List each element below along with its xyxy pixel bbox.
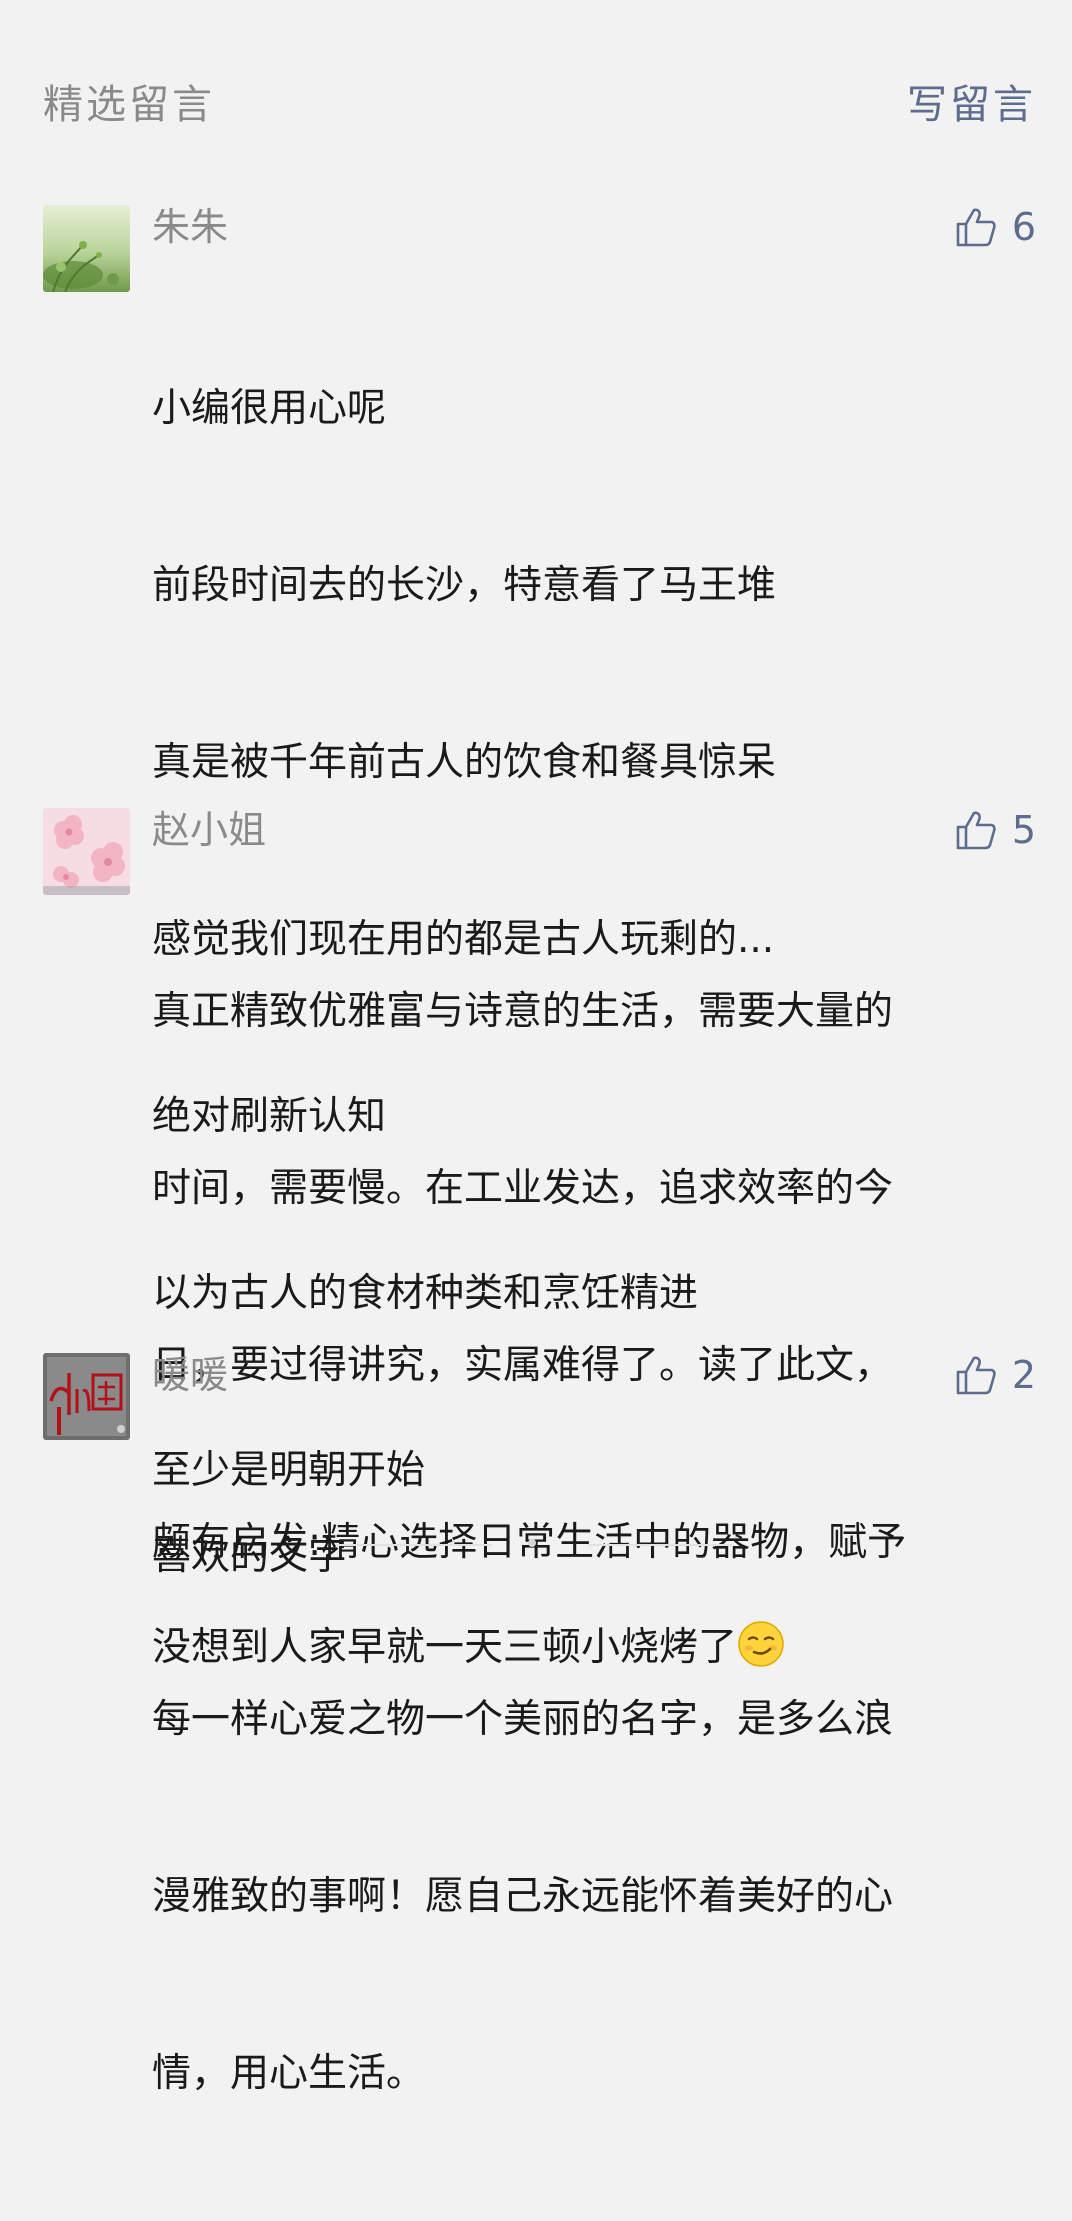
like-button[interactable]: 5 [954,808,1036,852]
comment-line: 前段时间去的长沙，特意看了马王堆 [152,563,777,608]
comment-nickname: 暖暖 [152,1353,229,1397]
green-plant-avatar-icon[interactable] [43,205,130,292]
comment-text: 喜欢的文字 [152,1409,1012,1704]
like-count: 5 [1011,808,1036,852]
comment-nickname: 赵小姐 [152,808,267,852]
comment-nickname: 朱朱 [152,205,229,249]
comment-line: 真正精致优雅富与诗意的生活，需要大量的 [152,989,894,1034]
china-calligraphy-avatar-icon[interactable] [43,1353,130,1440]
comment-line: 情，用心生活。 [152,2051,426,2096]
comment-line: 漫雅致的事啊！愿自己永远能怀着美好的心 [152,1874,894,1919]
thumbs-up-icon [956,1356,996,1395]
comment-line: 喜欢的文字 [152,1534,348,1579]
like-button[interactable]: 2 [954,1353,1036,1397]
comment-line: 真是被千年前古人的饮食和餐具惊呆 [152,740,777,785]
footer-divider [588,1544,732,1546]
comment-line: 时间，需要慢。在工业发达，追求效率的今 [152,1166,894,1211]
footer-dot [528,1539,536,1547]
section-title: 精选留言 [43,82,215,128]
thumbs-up-icon [956,811,996,850]
like-count: 6 [1011,205,1036,249]
pink-blossom-avatar-icon[interactable] [43,808,130,895]
comment-line: 日，要过得讲究，实属难得了。读了此文， [152,1343,894,1388]
comments-header: 精选留言 写留言 [0,0,1072,200]
footer-divider [336,1544,492,1546]
like-count: 2 [1011,1353,1036,1397]
like-button[interactable]: 6 [954,205,1036,249]
comment-line: 小编很用心呢 [152,386,387,431]
thumbs-up-icon [956,208,996,247]
write-comment-link[interactable]: 写留言 [907,72,1036,130]
